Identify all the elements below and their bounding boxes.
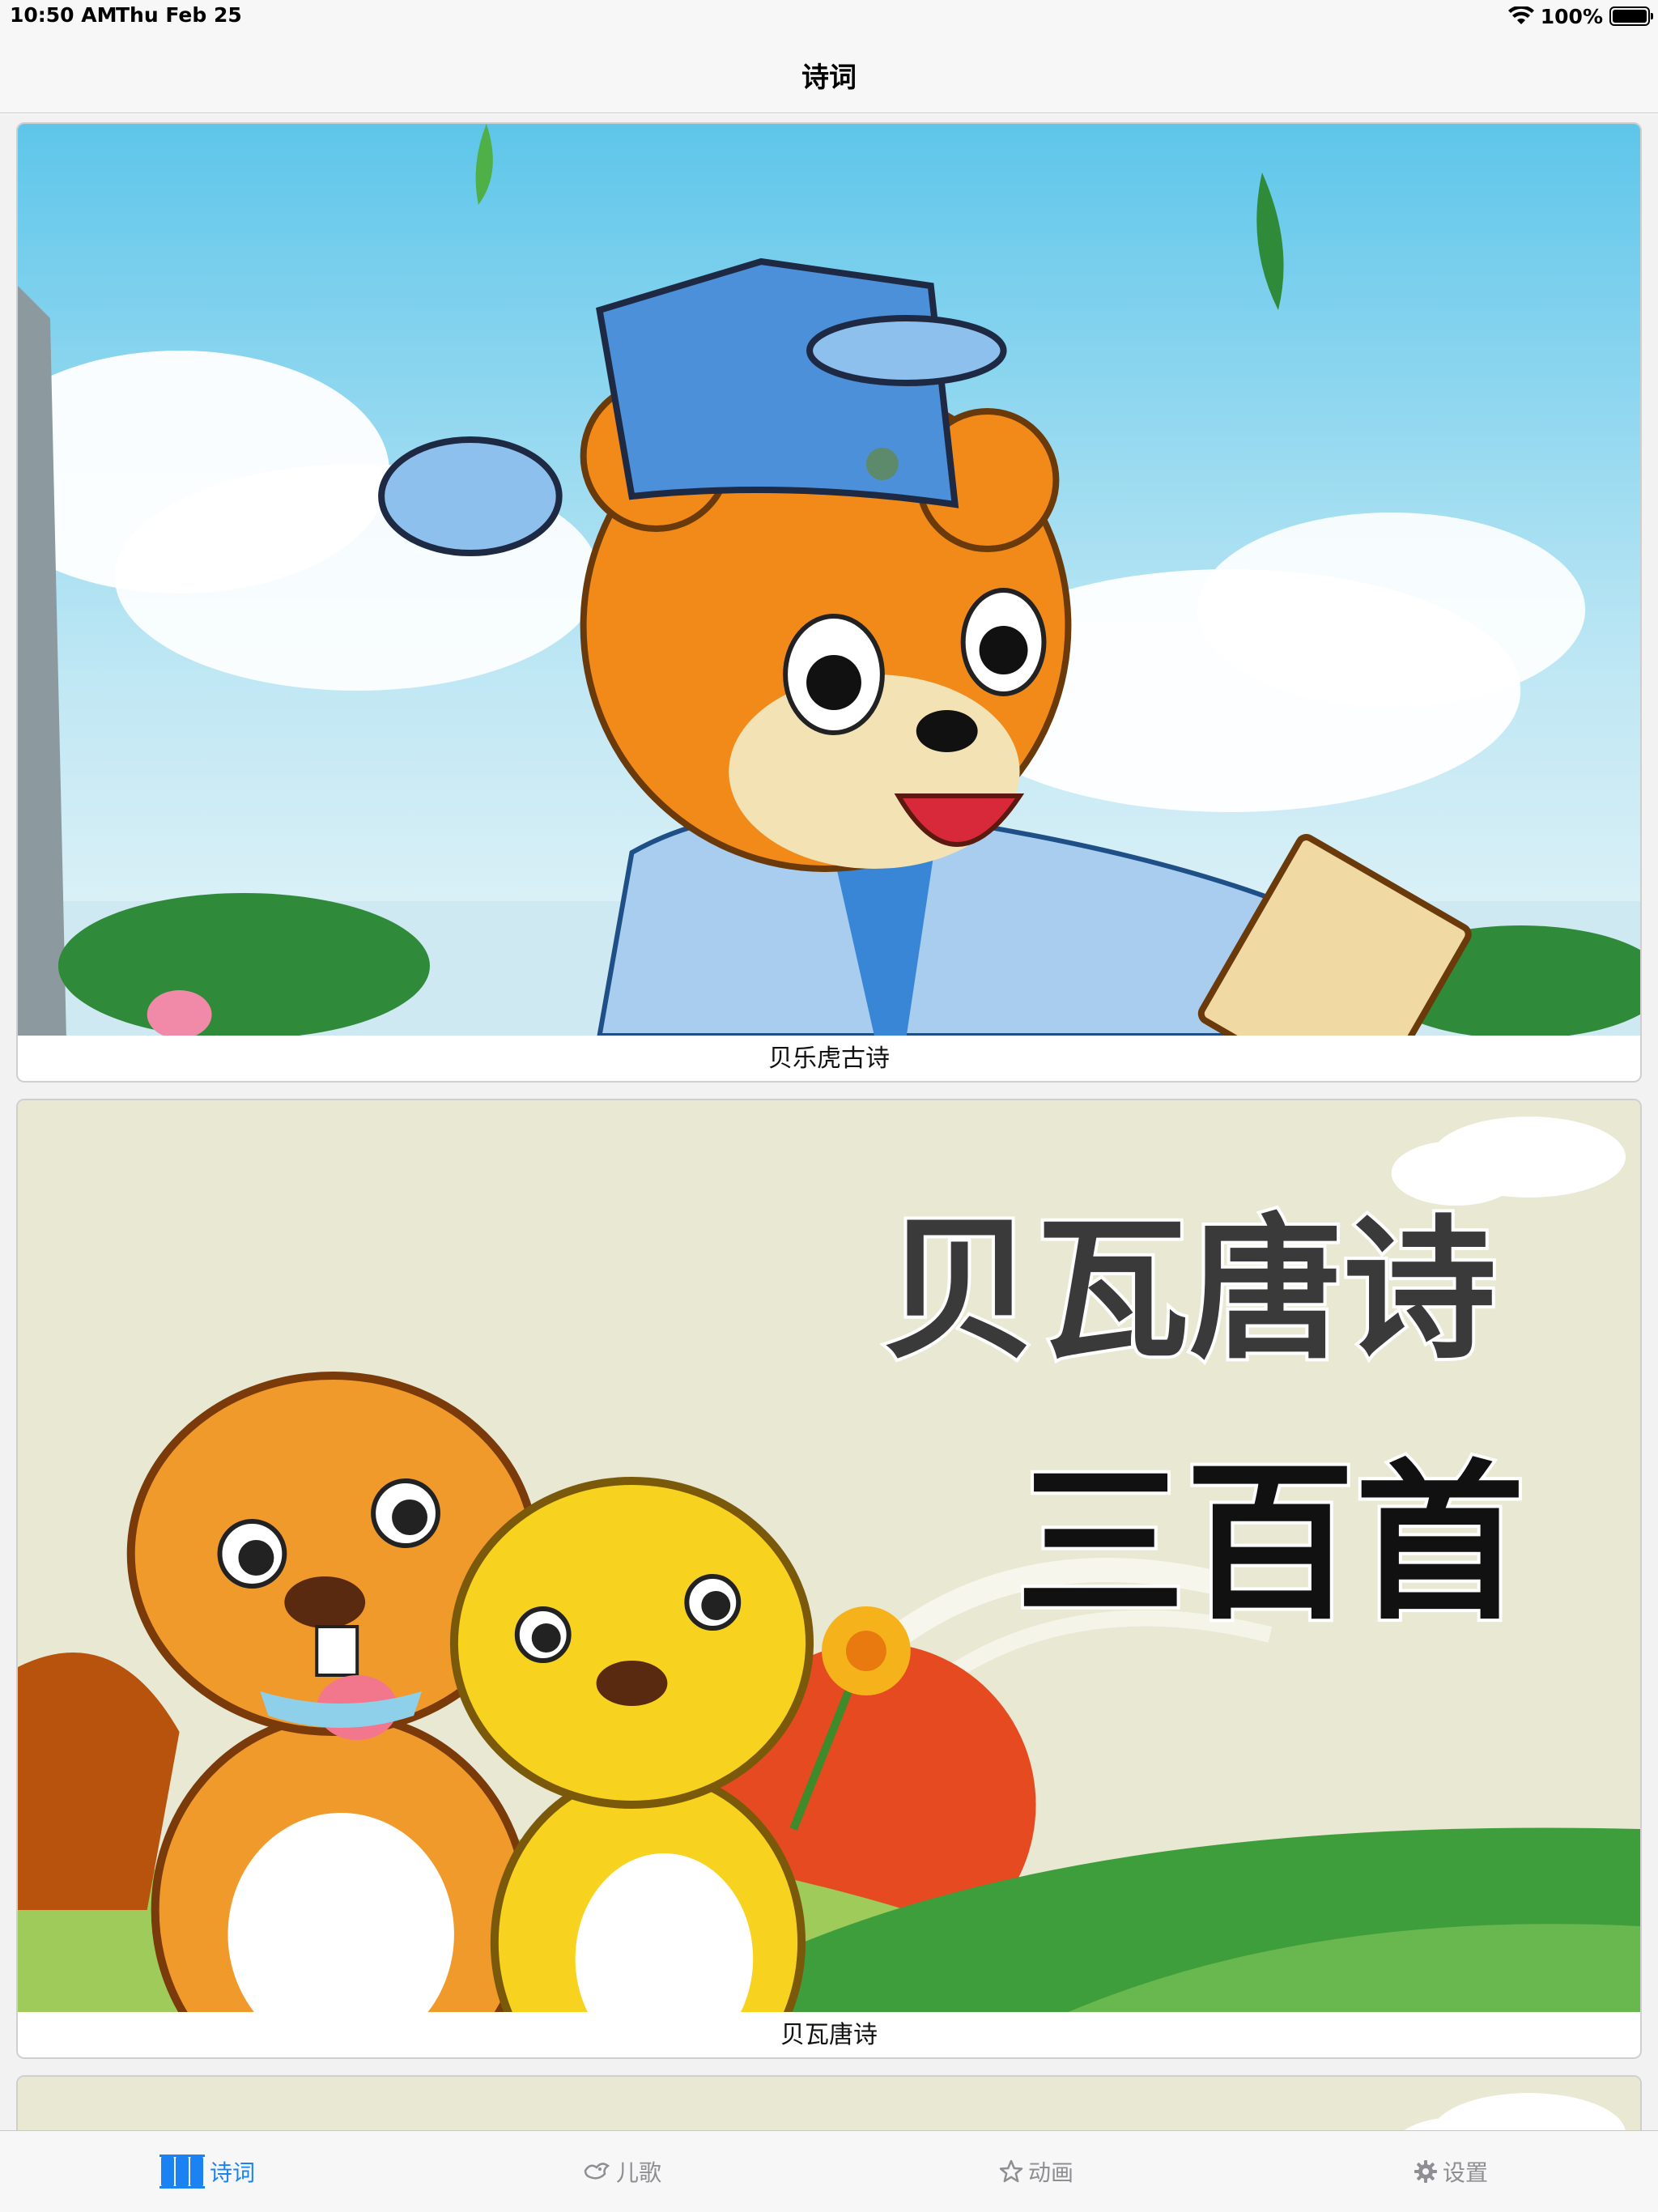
wifi-icon (1507, 6, 1534, 24)
tiger-scholar-illustration[interactable] (18, 124, 1640, 1036)
status-bar: 10:50 AM Thu Feb 25 100% (0, 0, 1658, 32)
status-time: 10:50 AM (10, 3, 117, 27)
gear-icon (1414, 2160, 1437, 2183)
image-title-line2: 三百首 (1016, 1445, 1525, 1643)
book-icon (159, 2155, 205, 2189)
bird-icon (584, 2163, 610, 2180)
tab-songs[interactable]: 儿歌 (414, 2131, 829, 2212)
tab-settings[interactable]: 设置 (1244, 2131, 1658, 2212)
card-caption: 贝乐虎古诗 (768, 1044, 890, 1073)
battery-percent: 100% (1540, 4, 1603, 28)
collection-card-3[interactable] (16, 2075, 1642, 2130)
tab-label: 诗词 (209, 2159, 255, 2186)
status-date: Thu Feb 25 (116, 3, 242, 27)
collection-card-beiwa[interactable]: 贝瓦唐诗 三百首 贝瓦唐诗 (16, 1099, 1642, 2059)
partial-illustration[interactable] (18, 2077, 1640, 2130)
tab-label: 儿歌 (615, 2159, 661, 2186)
status-right: 100% (1507, 2, 1653, 31)
tab-label: 设置 (1442, 2159, 1488, 2186)
navigation-bar: 诗词 (0, 32, 1658, 113)
collection-card-beilehu[interactable]: 贝乐虎古诗 (16, 122, 1642, 1083)
tab-poems[interactable]: 诗词 (0, 2131, 414, 2212)
star-icon (999, 2159, 1023, 2183)
card-caption: 贝瓦唐诗 (780, 2021, 878, 2049)
beavers-illustration[interactable]: 贝瓦唐诗 三百首 (18, 1100, 1640, 2012)
page-title: 诗词 (801, 62, 857, 94)
tab-animation[interactable]: 动画 (829, 2131, 1244, 2212)
poem-collection-list[interactable]: 贝乐虎古诗 贝瓦唐诗 三百首 贝瓦唐诗 (0, 114, 1658, 2130)
tab-label: 动画 (1027, 2159, 1073, 2186)
image-title-line1: 贝瓦唐诗 (882, 1201, 1496, 1380)
tab-bar: 诗词 儿歌 动画 设置 (0, 2130, 1658, 2212)
battery-icon (1609, 6, 1653, 26)
